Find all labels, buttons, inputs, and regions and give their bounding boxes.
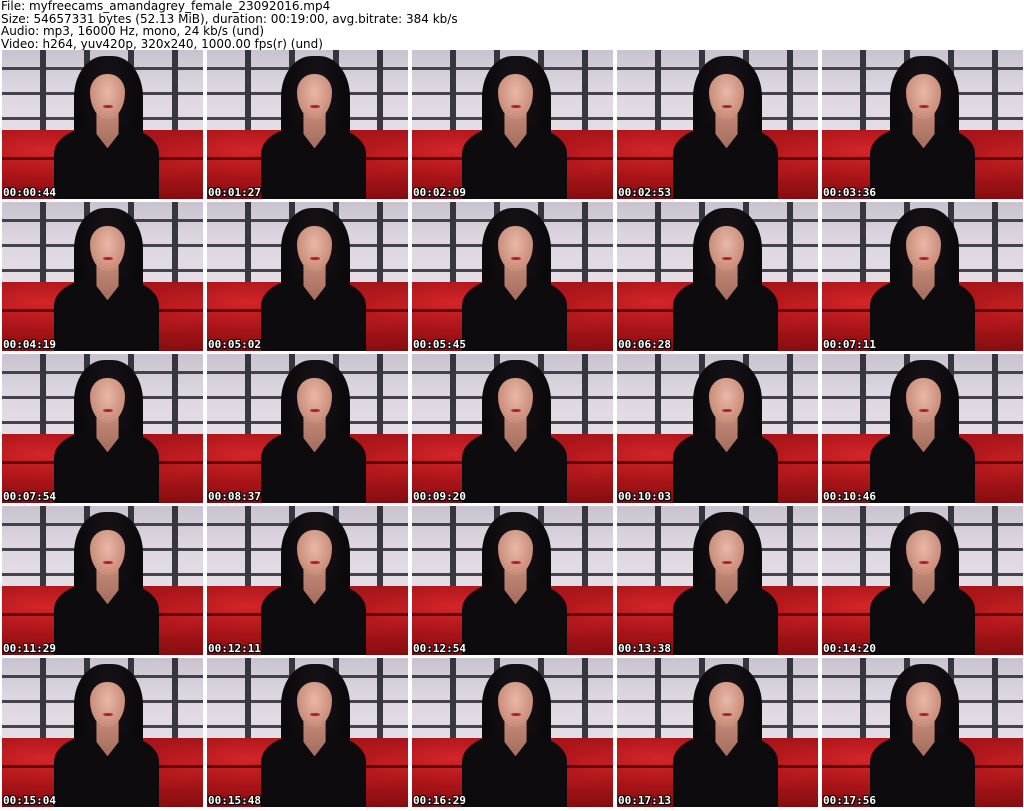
video-frame-thumbnail[interactable]: 00:03:36	[822, 50, 1023, 199]
person-lips	[918, 105, 929, 109]
person-lips	[918, 409, 929, 413]
frame-timestamp: 00:12:11	[208, 642, 261, 655]
frame-timestamp: 00:15:04	[3, 794, 56, 807]
video-frame-thumbnail[interactable]: 00:08:37	[207, 354, 408, 503]
frame-timestamp: 00:16:29	[413, 794, 466, 807]
person-lips	[721, 561, 732, 565]
video-frame-thumbnail[interactable]: 00:17:56	[822, 658, 1023, 807]
person-lips	[918, 561, 929, 565]
person-lips	[918, 713, 929, 717]
person-lips	[309, 561, 320, 565]
video-frame-thumbnail[interactable]: 00:15:48	[207, 658, 408, 807]
person-lips	[102, 561, 113, 565]
person-lips	[510, 409, 521, 413]
frame-timestamp: 00:10:46	[823, 490, 876, 503]
frame-timestamp: 00:08:37	[208, 490, 261, 503]
frame-timestamp: 00:10:03	[618, 490, 671, 503]
video-frame-thumbnail[interactable]: 00:10:03	[617, 354, 818, 503]
video-frame-thumbnail[interactable]: 00:14:20	[822, 506, 1023, 655]
video-frame-thumbnail[interactable]: 00:15:04	[2, 658, 203, 807]
frame-timestamp: 00:14:20	[823, 642, 876, 655]
person-lips	[309, 409, 320, 413]
frame-timestamp: 00:06:28	[618, 338, 671, 351]
video-frame-thumbnail[interactable]: 00:12:11	[207, 506, 408, 655]
video-frame-thumbnail[interactable]: 00:07:11	[822, 202, 1023, 351]
frame-timestamp: 00:01:27	[208, 186, 261, 199]
video-frame-thumbnail[interactable]: 00:06:28	[617, 202, 818, 351]
video-frame-thumbnail[interactable]: 00:05:02	[207, 202, 408, 351]
video-frame-thumbnail[interactable]: 00:02:53	[617, 50, 818, 199]
person-lips	[721, 409, 732, 413]
video-frame-thumbnail[interactable]: 00:11:29	[2, 506, 203, 655]
video-frame-thumbnail[interactable]: 00:07:54	[2, 354, 203, 503]
person-lips	[309, 105, 320, 109]
file-name-line: File: myfreecams_amandagrey_female_23092…	[1, 0, 331, 13]
frame-timestamp: 00:02:09	[413, 186, 466, 199]
video-frame-thumbnail[interactable]: 00:04:19	[2, 202, 203, 351]
person-lips	[721, 105, 732, 109]
person-lips	[510, 561, 521, 565]
video-frame-thumbnail[interactable]: 00:02:09	[412, 50, 613, 199]
video-frame-thumbnail[interactable]: 00:16:29	[412, 658, 613, 807]
video-frame-thumbnail[interactable]: 00:13:38	[617, 506, 818, 655]
audio-info-line: Audio: mp3, 16000 Hz, mono, 24 kb/s (und…	[1, 24, 265, 38]
frame-timestamp: 00:07:54	[3, 490, 56, 503]
frame-timestamp: 00:17:56	[823, 794, 876, 807]
frame-timestamp: 00:04:19	[3, 338, 56, 351]
frame-timestamp: 00:03:36	[823, 186, 876, 199]
person-lips	[309, 713, 320, 717]
person-lips	[510, 257, 521, 261]
frame-timestamp: 00:13:38	[618, 642, 671, 655]
frame-timestamp: 00:17:13	[618, 794, 671, 807]
person-lips	[510, 105, 521, 109]
person-lips	[510, 713, 521, 717]
person-lips	[102, 257, 113, 261]
video-frame-thumbnail[interactable]: 00:01:27	[207, 50, 408, 199]
person-lips	[102, 409, 113, 413]
person-lips	[102, 713, 113, 717]
frame-timestamp: 00:09:20	[413, 490, 466, 503]
frame-timestamp: 00:15:48	[208, 794, 261, 807]
video-frame-thumbnail[interactable]: 00:00:44	[2, 50, 203, 199]
frame-timestamp: 00:02:53	[618, 186, 671, 199]
frame-timestamp: 00:05:02	[208, 338, 261, 351]
video-frame-thumbnail[interactable]: 00:05:45	[412, 202, 613, 351]
person-lips	[309, 257, 320, 261]
video-frame-thumbnail[interactable]: 00:12:54	[412, 506, 613, 655]
frame-timestamp: 00:12:54	[413, 642, 466, 655]
frame-timestamp: 00:05:45	[413, 338, 466, 351]
frame-timestamp: 00:07:11	[823, 338, 876, 351]
video-frame-thumbnail[interactable]: 00:10:46	[822, 354, 1023, 503]
frame-timestamp: 00:00:44	[3, 186, 56, 199]
person-lips	[721, 257, 732, 261]
frame-timestamp: 00:11:29	[3, 642, 56, 655]
video-frame-thumbnail[interactable]: 00:17:13	[617, 658, 818, 807]
video-frame-thumbnail[interactable]: 00:09:20	[412, 354, 613, 503]
person-lips	[721, 713, 732, 717]
thumbnail-grid: 00:00:44 00:01:27 00:02:09 00:02:53 00:03:36…	[0, 50, 1024, 811]
video-info-line: Video: h264, yuv420p, 320x240, 1000.00 f…	[1, 36, 323, 51]
person-lips	[102, 105, 113, 109]
person-lips	[918, 257, 929, 261]
video-info-header: File: myfreecams_amandagrey_female_23092…	[1, 0, 1021, 50]
